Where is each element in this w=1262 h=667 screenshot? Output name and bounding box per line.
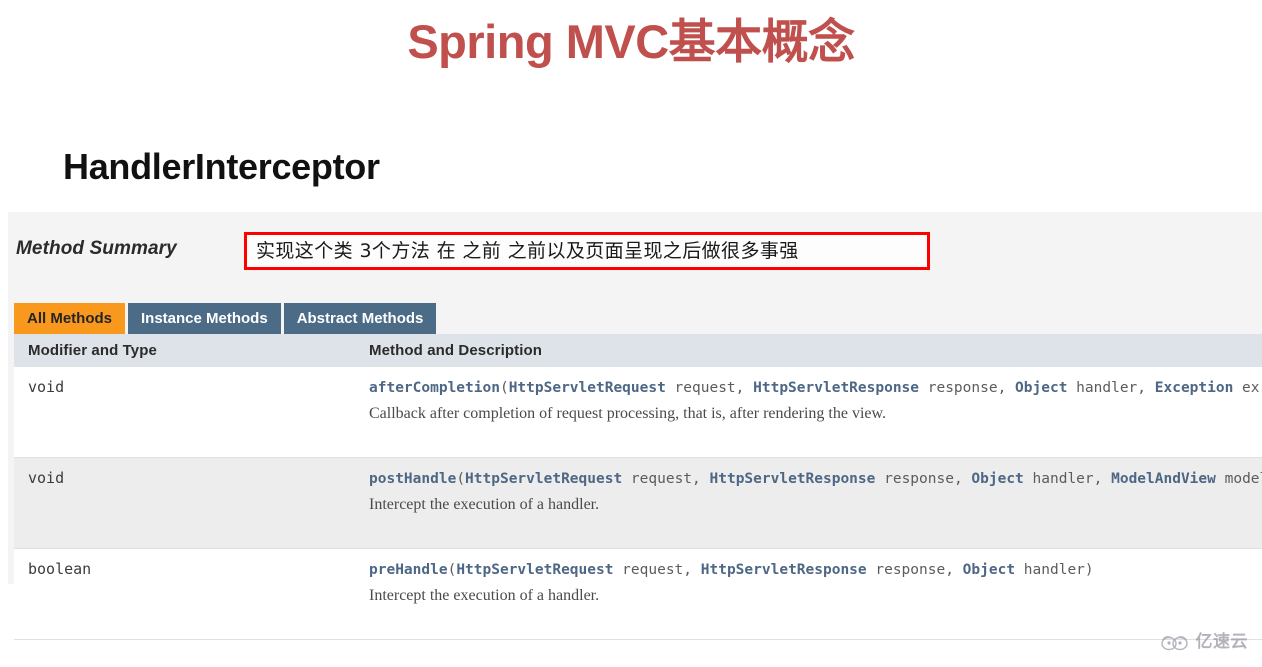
param-name: handler, (1023, 471, 1112, 487)
method-filter-tabs: All Methods Instance Methods Abstract Me… (14, 303, 437, 334)
method-summary-table: Modifier and Type Method and Description… (14, 334, 1262, 640)
param-name: request, (665, 380, 754, 396)
param-type[interactable]: HttpServletRequest (509, 380, 666, 396)
section-heading: HandlerInterceptor (63, 146, 380, 187)
cell-modifier-type: void (14, 367, 348, 458)
tab-abstract-methods[interactable]: Abstract Methods (283, 303, 437, 334)
signature-open-paren: ( (456, 471, 466, 487)
param-name: request, (613, 562, 701, 578)
method-name[interactable]: postHandle (369, 471, 456, 487)
method-description: Intercept the execution of a handler. (369, 496, 600, 514)
cell-method-description: postHandle(HttpServletRequest request, H… (348, 457, 1262, 549)
param-name: response, (919, 380, 1016, 396)
param-type[interactable]: HttpServletResponse (701, 562, 867, 578)
signature-open-paren: ( (447, 562, 457, 578)
cell-method-description: preHandle(HttpServletRequest request, Ht… (348, 548, 1262, 640)
param-name: handler) (1015, 562, 1094, 578)
param-name: request, (622, 471, 710, 487)
param-name: handler, (1067, 380, 1155, 396)
table-header-row: Modifier and Type Method and Description (14, 334, 1262, 367)
param-type[interactable]: ModelAndView (1111, 471, 1216, 487)
param-type[interactable]: Object (963, 562, 1015, 578)
table-row: void afterCompletion(HttpServletRequest … (14, 367, 1262, 458)
column-header-modifier: Modifier and Type (14, 334, 348, 367)
param-type[interactable]: HttpServletResponse (710, 471, 876, 487)
method-signature[interactable]: afterCompletion(HttpServletRequest reque… (369, 378, 1262, 399)
method-summary-panel: Method Summary 实现这个类 3个方法 在 之前 之前以及页面呈现之… (8, 212, 1262, 640)
param-type[interactable]: HttpServletRequest (456, 562, 613, 578)
param-name: response, (875, 471, 972, 487)
method-signature[interactable]: postHandle(HttpServletRequest request, H… (369, 469, 1262, 490)
param-type[interactable]: HttpServletRequest (465, 471, 622, 487)
param-type[interactable]: HttpServletResponse (753, 380, 919, 396)
param-type[interactable]: Exception (1155, 380, 1234, 396)
table-row: void postHandle(HttpServletRequest reque… (14, 457, 1262, 549)
method-name[interactable]: preHandle (369, 562, 448, 578)
watermark-text: 亿速云 (1195, 632, 1248, 652)
cloud-logo-icon (1160, 636, 1188, 651)
method-name[interactable]: afterCompletion (369, 380, 500, 396)
param-name: response, (866, 562, 963, 578)
table-row: boolean preHandle(HttpServletRequest req… (14, 548, 1262, 640)
red-annotation-box: 实现这个类 3个方法 在 之前 之前以及页面呈现之后做很多事强 (244, 232, 930, 270)
param-name: modelAndView) (1224, 471, 1262, 487)
cell-method-description: afterCompletion(HttpServletRequest reque… (348, 367, 1262, 458)
watermark: 亿速云 (1160, 632, 1249, 652)
param-type[interactable]: Object (971, 471, 1023, 487)
signature-open-paren: ( (499, 380, 509, 396)
param-name: ex) (1242, 380, 1262, 396)
cell-modifier-type: boolean (14, 548, 348, 640)
method-description: Intercept the execution of a handler. (369, 587, 600, 605)
tab-all-methods[interactable]: All Methods (14, 303, 125, 334)
param-type[interactable]: Object (1015, 380, 1067, 396)
tab-instance-methods[interactable]: Instance Methods (128, 303, 281, 334)
method-summary-label: Method Summary (16, 238, 177, 259)
column-header-method: Method and Description (348, 334, 1262, 367)
method-description: Callback after completion of request pro… (369, 405, 886, 423)
annotation-text: 实现这个类 3个方法 在 之前 之前以及页面呈现之后做很多事强 (256, 239, 799, 262)
cell-modifier-type: void (14, 457, 348, 549)
page-title: Spring MVC基本概念 (407, 15, 855, 68)
table-body: void afterCompletion(HttpServletRequest … (14, 367, 1262, 640)
method-signature[interactable]: preHandle(HttpServletRequest request, Ht… (369, 560, 1262, 581)
